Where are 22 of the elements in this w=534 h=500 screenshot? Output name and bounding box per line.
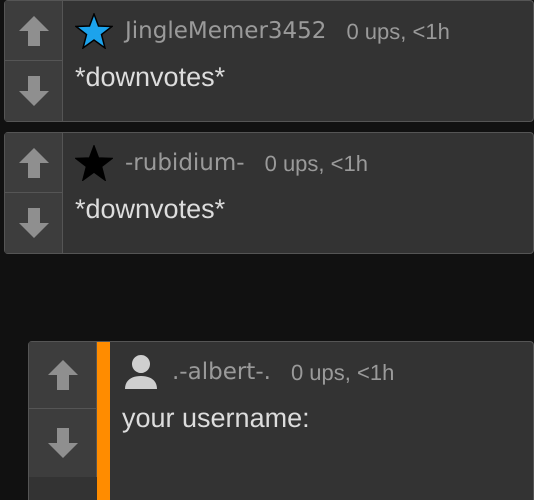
comment-text: *downvotes* [75, 61, 226, 94]
up-arrow-icon [16, 14, 50, 48]
upvote-button[interactable] [29, 342, 97, 409]
downvote-button[interactable] [5, 61, 63, 121]
comment-meta: 0 ups, <1h [290, 358, 394, 387]
downvote-button[interactable] [5, 193, 63, 253]
down-arrow-icon [16, 206, 50, 240]
comment-meta: 0 ups, <1h [264, 150, 368, 178]
down-arrow-icon [16, 74, 50, 108]
down-arrow-icon [46, 426, 80, 460]
up-arrow-icon [16, 146, 50, 180]
comment-meta: 0 ups, <1h [346, 18, 450, 46]
upvote-button[interactable] [5, 1, 63, 61]
username-link[interactable]: .-albert-. [172, 354, 271, 390]
comment-text: *downvotes* [75, 193, 226, 226]
upvote-button[interactable] [5, 133, 63, 193]
up-arrow-icon [46, 358, 80, 392]
avatar-icon [122, 353, 160, 391]
username-link[interactable]: JingleMemer3452 [125, 14, 326, 48]
username-link[interactable]: -rubidium- [125, 146, 245, 180]
downvote-button[interactable] [29, 409, 97, 477]
comment-text: your username: [122, 402, 311, 435]
